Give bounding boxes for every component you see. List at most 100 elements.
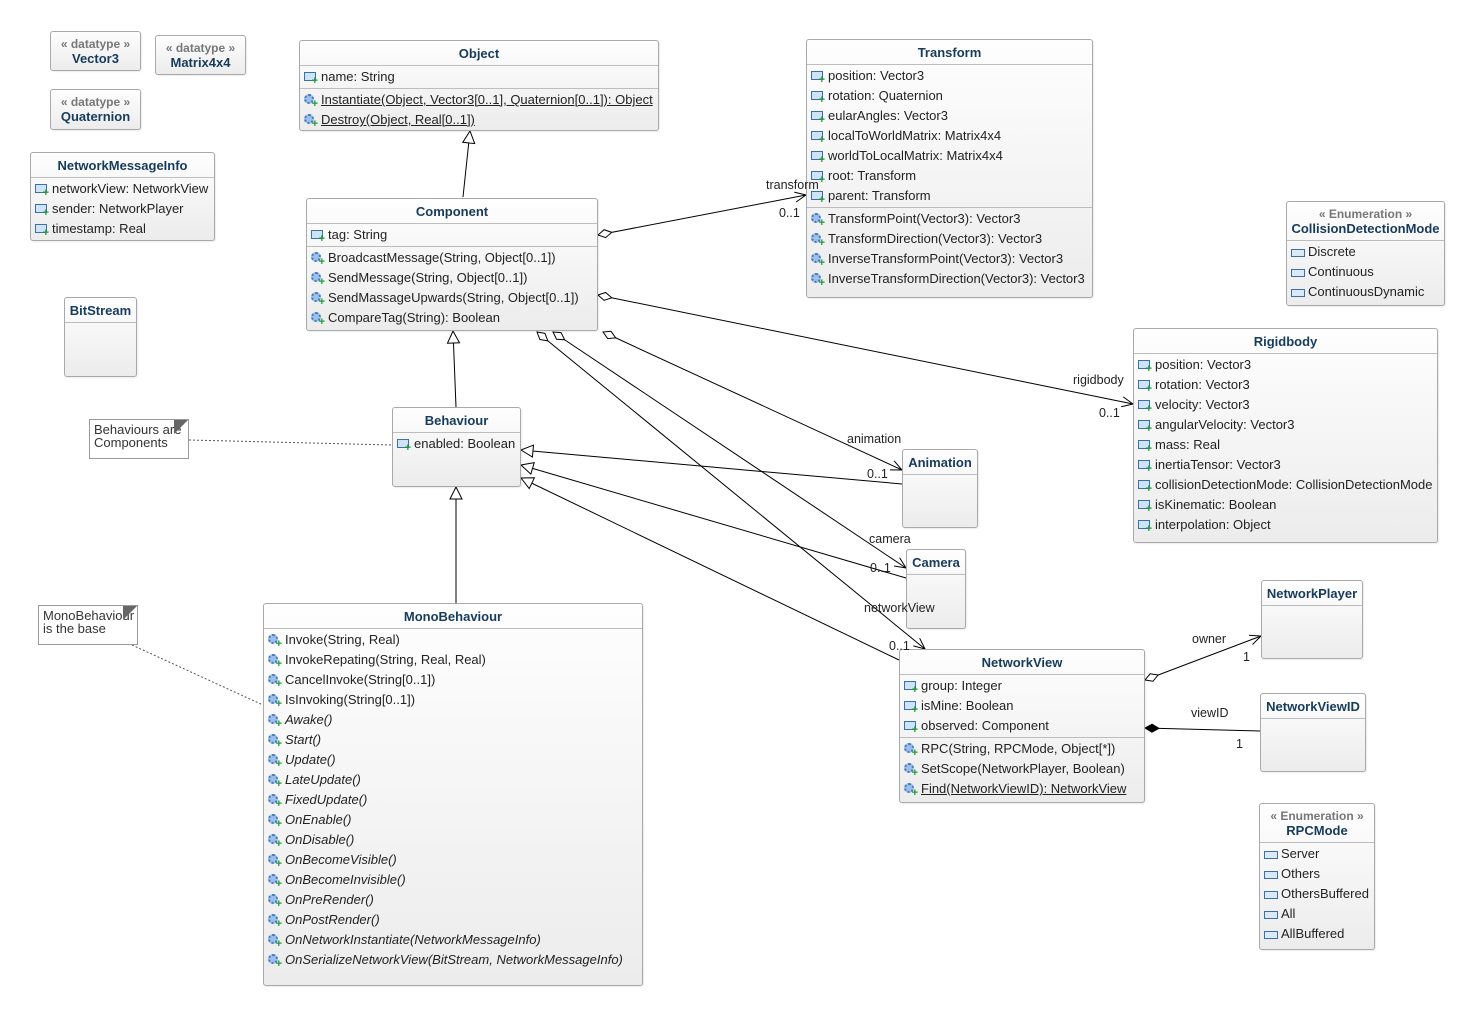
operation[interactable]: OnPreRender()	[264, 890, 642, 910]
operation[interactable]: SendMessage(String, Object[0..1])	[307, 268, 597, 288]
attribute[interactable]: networkView: NetworkView	[31, 179, 214, 199]
attribute[interactable]: isKinematic: Boolean	[1134, 495, 1437, 515]
attribute[interactable]: timestamp: Real	[31, 219, 214, 239]
operation[interactable]: CancelInvoke(String[0..1])	[264, 670, 642, 690]
class-matrix4x4[interactable]: « datatype » Matrix4x4	[155, 35, 246, 75]
attribute[interactable]: rotation: Quaternion	[807, 86, 1092, 106]
enum-literal[interactable]: OthersBuffered	[1260, 884, 1374, 904]
operations-compartment: TransformPoint(Vector3): Vector3 Transfor…	[807, 207, 1092, 290]
attribute[interactable]: velocity: Vector3	[1134, 395, 1437, 415]
attribute[interactable]: tag: String	[307, 225, 597, 245]
attribute[interactable]: sender: NetworkPlayer	[31, 199, 214, 219]
operation[interactable]: Instantiate(Object, Vector3[0..1], Quate…	[300, 90, 658, 110]
class-header: Behaviour	[393, 408, 520, 432]
enum-literal[interactable]: ContinuousDynamic	[1287, 282, 1444, 302]
attribute[interactable]: root: Transform	[807, 166, 1092, 186]
class-collisiondetectionmode[interactable]: « Enumeration » CollisionDetectionMode Dis…	[1286, 201, 1445, 306]
operation[interactable]: OnPostRender()	[264, 910, 642, 930]
note-behaviours[interactable]: Behaviours are Components	[89, 419, 189, 459]
enum-literal[interactable]: Discrete	[1287, 242, 1444, 262]
class-transform[interactable]: Transform position: Vector3 rotation: Quat…	[806, 39, 1093, 298]
operation[interactable]: FixedUpdate()	[264, 790, 642, 810]
class-rpcmode[interactable]: « Enumeration » RPCMode Server Others Others…	[1259, 803, 1375, 950]
operation[interactable]: InverseTransformDirection(Vector3): Vect…	[807, 269, 1092, 289]
class-networkviewid[interactable]: NetworkViewID	[1260, 693, 1366, 772]
attribute[interactable]: group: Integer	[900, 676, 1144, 696]
class-networkplayer[interactable]: NetworkPlayer	[1261, 580, 1363, 659]
class-object[interactable]: Object name: String Instantiate(Object, Ve…	[299, 40, 659, 131]
operation[interactable]: Find(NetworkViewID): NetworkView	[900, 779, 1144, 799]
attribute-icon	[1138, 479, 1152, 495]
class-vector3[interactable]: « datatype » Vector3	[50, 31, 141, 71]
operation[interactable]: OnNetworkInstantiate(NetworkMessageInfo)	[264, 930, 642, 950]
class-monobehaviour[interactable]: MonoBehaviourInvoke(String, Real) InvokeR…	[263, 603, 643, 986]
attribute[interactable]: mass: Real	[1134, 435, 1437, 455]
enum-literal[interactable]: Others	[1260, 864, 1374, 884]
class-bitstream[interactable]: BitStream	[64, 297, 137, 377]
operation[interactable]: LateUpdate()	[264, 770, 642, 790]
operation[interactable]: SetScope(NetworkPlayer, Boolean)	[900, 759, 1144, 779]
attribute[interactable]: worldToLocalMatrix: Matrix4x4	[807, 146, 1092, 166]
attribute[interactable]: parent: Transform	[807, 186, 1092, 206]
operation[interactable]: OnEnable()	[264, 810, 642, 830]
attribute-label: velocity: Vector3	[1155, 397, 1250, 412]
attribute-label: rotation: Vector3	[1155, 377, 1250, 392]
attribute-icon	[1138, 519, 1152, 535]
class-camera[interactable]: Camera	[906, 549, 966, 629]
class-name: NetworkPlayer	[1266, 586, 1358, 601]
attribute[interactable]: inertiaTensor: Vector3	[1134, 455, 1437, 475]
operation[interactable]: OnBecomeVisible()	[264, 850, 642, 870]
operation-label: InverseTransformPoint(Vector3): Vector3	[828, 251, 1064, 266]
attribute[interactable]: angularVelocity: Vector3	[1134, 415, 1437, 435]
operation[interactable]: OnDisable()	[264, 830, 642, 850]
attribute[interactable]: observed: Component	[900, 716, 1144, 736]
operation[interactable]: IsInvoking(String[0..1])	[264, 690, 642, 710]
operation[interactable]: InverseTransformPoint(Vector3): Vector3	[807, 249, 1092, 269]
enum-literal[interactable]: Continuous	[1287, 262, 1444, 282]
class-behaviour[interactable]: Behaviour enabled: Boolean	[392, 407, 521, 487]
class-networkview[interactable]: NetworkView group: Integer isMine: Boolean…	[899, 649, 1145, 803]
attribute-label: isKinematic: Boolean	[1155, 497, 1277, 512]
operation-label: RPC(String, RPCMode, Object[*])	[921, 741, 1116, 756]
attribute[interactable]: rotation: Vector3	[1134, 375, 1437, 395]
note-monobehaviour[interactable]: MonoBehaviour is the base	[38, 605, 138, 645]
attributes-compartment: position: Vector3 rotation: Vector3 veloci…	[1134, 353, 1437, 536]
attribute[interactable]: interpolation: Object	[1134, 515, 1437, 535]
class-component[interactable]: Component tag: String BroadcastMessage(Str…	[306, 198, 598, 331]
operation[interactable]: Awake()	[264, 710, 642, 730]
generalization-line	[520, 464, 907, 579]
operation[interactable]: SendMassageUpwards(String, Object[0..1])	[307, 288, 597, 308]
attribute[interactable]: name: String	[300, 67, 658, 87]
attribute[interactable]: isMine: Boolean	[900, 696, 1144, 716]
operation[interactable]: Invoke(String, Real)	[264, 630, 642, 650]
attribute[interactable]: enabled: Boolean	[393, 434, 520, 454]
operation-label: TransformDirection(Vector3): Vector3	[828, 231, 1043, 246]
class-rigidbody[interactable]: Rigidbodyposition: Vector3 rotation: Vect…	[1133, 328, 1438, 543]
operation[interactable]: InvokeRepating(String, Real, Real)	[264, 650, 642, 670]
attribute[interactable]: position: Vector3	[807, 66, 1092, 86]
operation-label: Awake()	[285, 712, 333, 727]
operation[interactable]: TransformPoint(Vector3): Vector3	[807, 209, 1092, 229]
enum-literal[interactable]: AllBuffered	[1260, 924, 1374, 944]
operation[interactable]: Start()	[264, 730, 642, 750]
operation[interactable]: Destroy(Object, Real[0..1])	[300, 110, 658, 130]
operation[interactable]: TransformDirection(Vector3): Vector3	[807, 229, 1092, 249]
enum-literal[interactable]: All	[1260, 904, 1374, 924]
attribute[interactable]: collisionDetectionMode: CollisionDetecti…	[1134, 475, 1437, 495]
operation[interactable]: OnBecomeInvisible()	[264, 870, 642, 890]
operation[interactable]: RPC(String, RPCMode, Object[*])	[900, 739, 1144, 759]
operation[interactable]: BroadcastMessage(String, Object[0..1])	[307, 248, 597, 268]
enum-literal[interactable]: Server	[1260, 844, 1374, 864]
class-name: BitStream	[69, 303, 132, 318]
operation[interactable]: OnSerializeNetworkView(BitStream, Networ…	[264, 950, 642, 970]
operation[interactable]: Update()	[264, 750, 642, 770]
multiplicity-label: 0..1	[779, 206, 800, 220]
operation[interactable]: CompareTag(String): Boolean	[307, 308, 597, 328]
attribute[interactable]: localToWorldMatrix: Matrix4x4	[807, 126, 1092, 146]
attribute[interactable]: eularAngles: Vector3	[807, 106, 1092, 126]
class-quaternion[interactable]: « datatype » Quaternion	[50, 89, 141, 130]
class-animation[interactable]: Animation	[902, 449, 978, 528]
class-networkmessageinfo[interactable]: NetworkMessageInfo networkView: NetworkVi…	[30, 152, 215, 241]
attribute-label: position: Vector3	[1155, 357, 1252, 372]
attribute[interactable]: position: Vector3	[1134, 355, 1437, 375]
